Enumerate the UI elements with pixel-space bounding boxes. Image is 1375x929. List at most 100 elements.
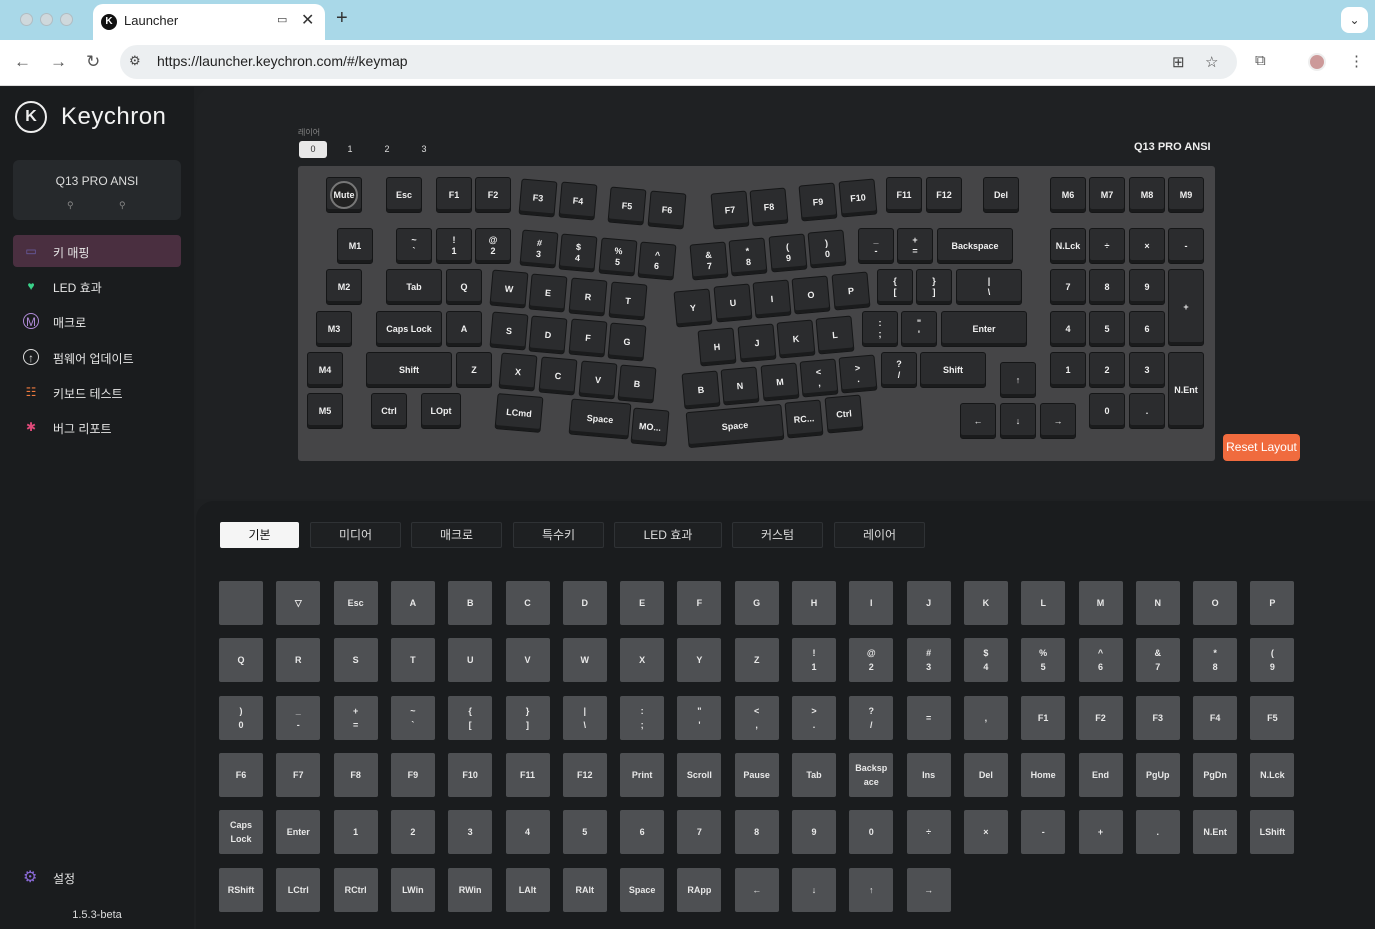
keymap-key[interactable]: T xyxy=(608,281,648,321)
palette-key[interactable]: W xyxy=(562,638,607,683)
keymap-key[interactable]: . xyxy=(1129,393,1165,429)
keymap-key[interactable]: ^ 6 xyxy=(637,241,677,281)
keymap-key[interactable]: O xyxy=(791,275,831,315)
keymap-key[interactable]: F1 xyxy=(436,177,472,213)
palette-key[interactable]: + xyxy=(1078,810,1123,855)
keymap-key[interactable]: 0 xyxy=(1089,393,1125,429)
unlink-icon[interactable]: ⚲ xyxy=(119,200,126,211)
palette-key[interactable]: _ - xyxy=(276,695,321,740)
palette-key[interactable]: G xyxy=(734,581,779,625)
palette-key[interactable]: P xyxy=(1250,581,1295,625)
keymap-key[interactable]: H xyxy=(697,327,737,367)
palette-key[interactable]: { [ xyxy=(448,695,493,740)
palette-key[interactable]: ( 9 xyxy=(1250,638,1295,683)
palette-key[interactable]: F8 xyxy=(333,752,378,797)
translate-icon[interactable]: ⊞ xyxy=(1172,53,1185,71)
keymap-key[interactable]: " ' xyxy=(901,311,937,347)
reset-layout-button[interactable]: Reset Layout xyxy=(1223,434,1300,461)
keymap-key[interactable]: ← xyxy=(960,403,996,439)
keymap-key[interactable]: F8 xyxy=(749,187,789,227)
palette-key[interactable]: LAlt xyxy=(505,867,550,912)
palette-key[interactable]: F7 xyxy=(276,752,321,797)
keymap-key[interactable]: + xyxy=(1168,269,1204,346)
keymap-key[interactable]: ! 1 xyxy=(436,228,472,264)
keymap-key[interactable]: F10 xyxy=(838,178,878,218)
keymap-key[interactable]: & 7 xyxy=(689,241,729,281)
keymap-key[interactable]: > . xyxy=(838,354,878,394)
keymap-key[interactable]: Y xyxy=(673,288,713,328)
keymap-key[interactable]: Space xyxy=(568,398,632,440)
palette-key[interactable]: ) 0 xyxy=(219,695,263,740)
sidebar-item-led[interactable]: ♥ LED 효과 xyxy=(13,270,181,302)
palette-key[interactable]: > . xyxy=(792,695,836,740)
keymap-key[interactable]: B xyxy=(681,370,721,410)
keymap-key[interactable]: F2 xyxy=(475,177,511,213)
site-settings-icon[interactable]: ⚙ xyxy=(129,53,147,71)
palette-key[interactable]: S xyxy=(333,638,378,683)
palette-key[interactable]: C xyxy=(505,581,550,625)
keymap-key[interactable]: Tab xyxy=(386,269,442,305)
palette-key[interactable]: 5 xyxy=(562,810,607,855)
keymap-key[interactable]: LOpt xyxy=(421,393,461,429)
keymap-key[interactable]: } ] xyxy=(916,269,952,305)
palette-key[interactable]: D xyxy=(562,581,607,625)
palette-key[interactable]: RShift xyxy=(219,867,263,912)
keymap-key[interactable]: Z xyxy=(456,352,492,388)
keymap-key[interactable]: → xyxy=(1040,403,1076,439)
palette-key[interactable]: 6 xyxy=(620,810,665,855)
layer-button-1[interactable]: 1 xyxy=(336,141,364,158)
keymap-key[interactable]: F9 xyxy=(798,182,838,222)
palette-key[interactable]: 0 xyxy=(849,810,894,855)
window-close-control[interactable] xyxy=(20,13,33,26)
keymap-key[interactable]: G xyxy=(607,322,647,362)
palette-key[interactable]: ↓ xyxy=(792,867,836,912)
extensions-icon[interactable]: ⧉ xyxy=(1255,52,1266,69)
keymap-key[interactable]: Esc xyxy=(386,177,422,213)
palette-tab[interactable]: LED 효과 xyxy=(614,522,722,548)
layer-button-3[interactable]: 3 xyxy=(410,141,438,158)
palette-key[interactable]: 4 xyxy=(505,810,550,855)
palette-key[interactable]: B xyxy=(448,581,493,625)
keymap-key[interactable]: M7 xyxy=(1089,177,1125,213)
palette-key[interactable]: Z xyxy=(734,638,779,683)
palette-key[interactable]: 9 xyxy=(792,810,836,855)
keymap-key[interactable]: 6 xyxy=(1129,311,1165,347)
keymap-key[interactable]: F12 xyxy=(926,177,962,213)
keymap-key[interactable]: F6 xyxy=(647,190,687,230)
new-tab-button[interactable]: + xyxy=(336,7,348,30)
sidebar-item-firmware[interactable]: ↑ 펌웨어 업데이트 xyxy=(13,341,181,373)
keymap-key[interactable]: # 3 xyxy=(519,229,559,269)
keymap-key[interactable]: Shift xyxy=(920,352,986,388)
keymap-key[interactable]: 3 xyxy=(1129,352,1165,388)
keymap-key[interactable]: $ 4 xyxy=(558,233,598,273)
memory-saver-icon[interactable]: ▭ xyxy=(277,13,287,26)
palette-key[interactable]: * 8 xyxy=(1193,638,1238,683)
palette-key[interactable]: RApp xyxy=(677,867,722,912)
palette-key[interactable]: LWin xyxy=(390,867,435,912)
forward-arrow-icon[interactable]: → xyxy=(50,52,67,72)
keymap-key[interactable]: < , xyxy=(799,358,839,398)
keymap-key[interactable]: 1 xyxy=(1050,352,1086,388)
palette-key[interactable]: F4 xyxy=(1193,695,1238,740)
keymap-key[interactable]: { [ xyxy=(877,269,913,305)
palette-key[interactable]: ! 1 xyxy=(792,638,836,683)
keymap-key[interactable]: LCmd xyxy=(494,393,544,433)
keymap-key[interactable]: Backspace xyxy=(937,228,1013,264)
palette-key[interactable]: X xyxy=(620,638,665,683)
window-minimize-control[interactable] xyxy=(40,13,53,26)
palette-key[interactable]: N.Lck xyxy=(1250,752,1295,797)
palette-key[interactable]: Ins xyxy=(906,752,951,797)
keymap-key[interactable]: + = xyxy=(897,228,933,264)
palette-key[interactable]: 3 xyxy=(448,810,493,855)
palette-key[interactable]: } ] xyxy=(505,695,550,740)
palette-tab[interactable]: 특수키 xyxy=(513,522,604,548)
keymap-key[interactable]: ( 9 xyxy=(768,233,808,273)
sidebar-item-settings[interactable]: ⚙ 설정 xyxy=(13,865,181,891)
palette-key[interactable]: Print xyxy=(620,752,665,797)
palette-tab[interactable]: 레이어 xyxy=(834,522,925,548)
keymap-key[interactable]: M5 xyxy=(307,393,343,429)
palette-key[interactable]: , xyxy=(963,695,1008,740)
palette-key[interactable]: End xyxy=(1078,752,1123,797)
keymap-key[interactable]: N.Lck xyxy=(1050,228,1086,264)
palette-key[interactable]: F5 xyxy=(1250,695,1295,740)
